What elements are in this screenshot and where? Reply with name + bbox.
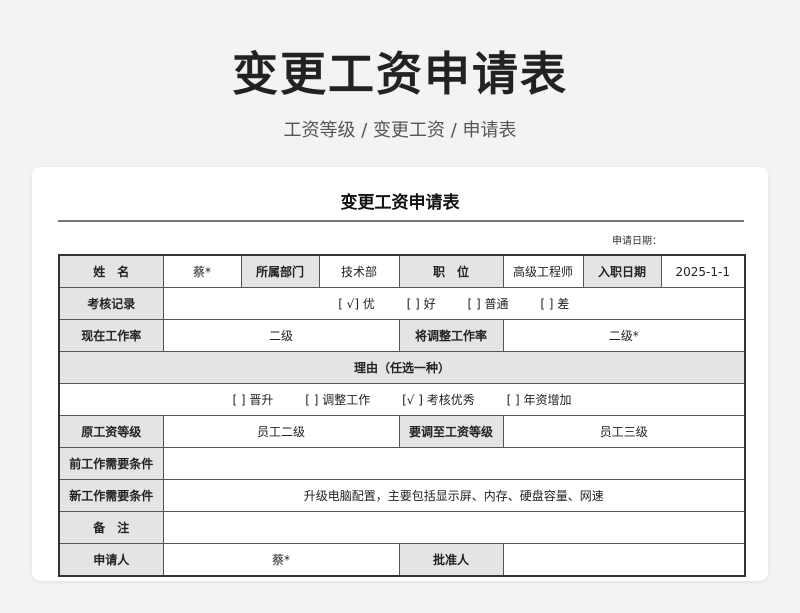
assessment-option-excellent[interactable]: [ √] 优 xyxy=(338,295,375,312)
adjusted-rate-label: 将调整工作率 xyxy=(398,319,504,352)
assessment-option-poor[interactable]: [ ] 差 xyxy=(540,295,569,312)
position-value[interactable]: 高级工程师 xyxy=(502,254,584,288)
hire-date-value[interactable]: 2025-1-1 xyxy=(660,254,746,288)
reason-options[interactable]: [ ] 晋升 [ ] 调整工作 [√ ] 考核优秀 [ ] 年资增加 xyxy=(58,383,746,416)
original-grade-value[interactable]: 员工二级 xyxy=(162,415,400,448)
assessment-option-normal[interactable]: [ ] 普通 xyxy=(467,295,508,312)
applicant-label: 申请人 xyxy=(58,543,164,577)
table-row: 原工资等级 员工二级 要调至工资等级 员工三级 xyxy=(58,415,746,448)
target-grade-label: 要调至工资等级 xyxy=(398,415,504,448)
reason-option-job-adjustment[interactable]: [ ] 调整工作 xyxy=(305,391,370,408)
position-label: 职 位 xyxy=(398,254,504,288)
assessment-options[interactable]: [ √] 优 [ ] 好 [ ] 普通 [ ] 差 xyxy=(162,287,746,320)
adjusted-rate-value[interactable]: 二级* xyxy=(502,319,746,352)
remarks-label: 备 注 xyxy=(58,511,164,544)
reason-option-excellent-assessment[interactable]: [√ ] 考核优秀 xyxy=(402,391,475,408)
form-card: 变更工资申请表 申请日期： 姓 名 蔡* 所属部门 技术部 职 位 高级工程师 … xyxy=(32,167,768,581)
new-conditions-label: 新工作需要条件 xyxy=(58,479,164,512)
assessment-option-good[interactable]: [ ] 好 xyxy=(407,295,436,312)
table-row: 理由（任选一种） xyxy=(58,351,746,384)
reason-option-promotion[interactable]: [ ] 晋升 xyxy=(232,391,273,408)
salary-change-form: 姓 名 蔡* 所属部门 技术部 职 位 高级工程师 入职日期 2025-1-1 … xyxy=(58,254,746,577)
table-row: 现在工作率 二级 将调整工作率 二级* xyxy=(58,319,746,352)
name-label: 姓 名 xyxy=(58,254,164,288)
title-divider xyxy=(58,220,744,222)
table-row: 考核记录 [ √] 优 [ ] 好 [ ] 普通 [ ] 差 xyxy=(58,287,746,320)
prev-conditions-value[interactable] xyxy=(162,447,746,480)
name-value[interactable]: 蔡* xyxy=(162,254,242,288)
table-row: 备 注 xyxy=(58,511,746,544)
page-subtitle: 工资等级 / 变更工资 / 申请表 xyxy=(283,120,517,141)
department-label: 所属部门 xyxy=(240,254,320,288)
prev-conditions-label: 前工作需要条件 xyxy=(58,447,164,480)
current-rate-value[interactable]: 二级 xyxy=(162,319,400,352)
table-row: 申请人 蔡* 批准人 xyxy=(58,543,746,577)
current-rate-label: 现在工作率 xyxy=(58,319,164,352)
approver-value[interactable] xyxy=(502,543,746,577)
new-conditions-value[interactable]: 升级电脑配置，主要包括显示屏、内存、硬盘容量、网速 xyxy=(162,479,746,512)
hire-date-label: 入职日期 xyxy=(582,254,662,288)
department-value[interactable]: 技术部 xyxy=(318,254,400,288)
applicant-value[interactable]: 蔡* xyxy=(162,543,400,577)
approver-label: 批准人 xyxy=(398,543,504,577)
original-grade-label: 原工资等级 xyxy=(58,415,164,448)
apply-date-label: 申请日期： xyxy=(612,236,662,247)
reason-option-seniority-increase[interactable]: [ ] 年资增加 xyxy=(507,391,572,408)
table-row: 姓 名 蔡* 所属部门 技术部 职 位 高级工程师 入职日期 2025-1-1 xyxy=(58,254,746,288)
table-row: 新工作需要条件 升级电脑配置，主要包括显示屏、内存、硬盘容量、网速 xyxy=(58,479,746,512)
reason-section-header: 理由（任选一种） xyxy=(58,351,746,384)
table-row: [ ] 晋升 [ ] 调整工作 [√ ] 考核优秀 [ ] 年资增加 xyxy=(58,383,746,416)
target-grade-value[interactable]: 员工三级 xyxy=(502,415,746,448)
table-row: 前工作需要条件 xyxy=(58,447,746,480)
page-title: 变更工资申请表 xyxy=(232,47,568,101)
form-title: 变更工资申请表 xyxy=(340,193,460,213)
assessment-label: 考核记录 xyxy=(58,287,164,320)
remarks-value[interactable] xyxy=(162,511,746,544)
